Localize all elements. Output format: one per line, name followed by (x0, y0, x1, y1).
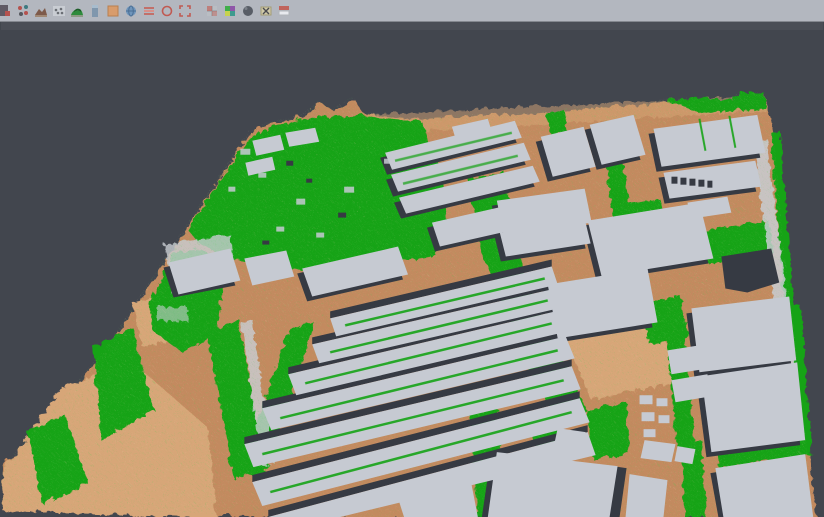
ortho-tile-tool-icon[interactable] (105, 3, 121, 19)
remove-rows-tool-icon[interactable] (276, 3, 292, 19)
terrain-model-tool-icon[interactable] (33, 3, 49, 19)
application-window (0, 0, 824, 517)
3d-viewport[interactable] (0, 22, 824, 517)
viewport-top-strip (1, 22, 823, 30)
classification-colors-tool-icon[interactable] (222, 3, 238, 19)
building-roof (701, 362, 805, 452)
building-roof (674, 446, 695, 464)
point-sampling-tool-icon[interactable] (51, 3, 67, 19)
layer-stack-tool-icon[interactable] (141, 3, 157, 19)
zoom-extents-tool-icon[interactable] (177, 3, 193, 19)
point-cloud-canvas[interactable] (0, 22, 824, 517)
building-roof (626, 474, 668, 517)
toolbar (0, 0, 824, 22)
pick-points-tool-icon[interactable] (15, 3, 31, 19)
globe-view-tool-icon[interactable] (123, 3, 139, 19)
delete-table-tool-icon[interactable] (258, 3, 274, 19)
profile-section-tool-icon[interactable] (87, 3, 103, 19)
toolbar-separator (194, 3, 203, 19)
sphere-render-tool-icon[interactable] (240, 3, 256, 19)
select-tool-icon[interactable] (0, 3, 13, 19)
raster-grid-tool-icon[interactable] (204, 3, 220, 19)
circle-selection-tool-icon[interactable] (159, 3, 175, 19)
vegetation-classify-tool-icon[interactable] (69, 3, 85, 19)
